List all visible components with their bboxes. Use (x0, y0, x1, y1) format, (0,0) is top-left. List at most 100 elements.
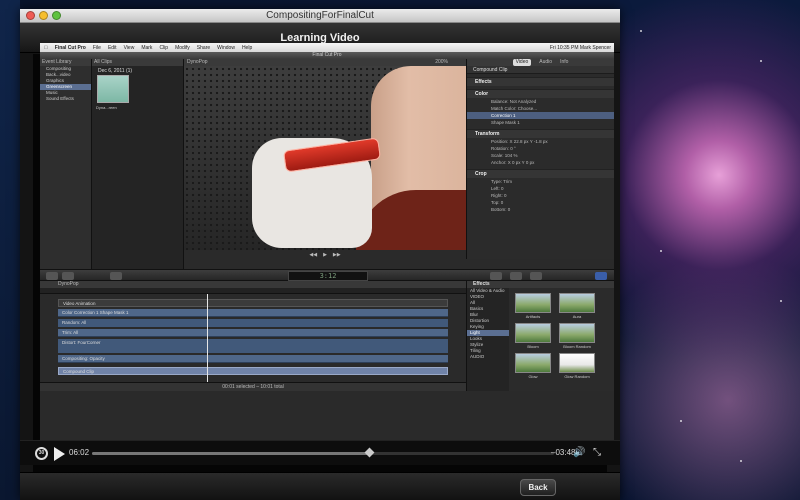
correction-row: Correction 1 (467, 112, 614, 119)
timeline-track: Color Correction 1 Shape Mask 1 (58, 309, 448, 317)
viewer-title: DynoPop (187, 59, 208, 65)
timeline-ruler (40, 288, 466, 294)
menu-edit: Edit (104, 44, 117, 51)
crop-type-row: Type: Trim (491, 179, 513, 184)
fcp-titlebar: Final Cut Pro (40, 52, 614, 59)
menu-clip: Clip (155, 44, 168, 51)
timeline-title: DynoPop (40, 281, 466, 288)
forward-icon: ▶▶ (332, 251, 341, 258)
timeline-compound-clip: Compound Clip (58, 367, 448, 375)
timeline-playhead (207, 294, 208, 386)
effect-label: Glow Random (564, 374, 590, 379)
match-color-row: Match Color: Choose... (491, 106, 538, 111)
effect-thumbnail (515, 323, 551, 343)
video-frame[interactable]:  Final Cut Pro File Edit View Mark Clip… (40, 43, 614, 449)
effect-thumbnail (515, 353, 551, 373)
effect-label: Glow (528, 374, 538, 379)
clip-thumbnail (97, 75, 129, 103)
transform-section: Transform (467, 129, 614, 138)
effects-browser-title: Effects (467, 281, 614, 288)
window-titlebar: CompositingForFinalCut (20, 9, 620, 23)
effect-thumbnail (559, 323, 595, 343)
effects-categories: All Video & Audio VIDEO All Basics Blur … (467, 288, 509, 391)
timeline-track: Trim: All (58, 329, 448, 337)
timeline-track: Compositing: Opacity (58, 355, 448, 363)
menu-mark: Mark (137, 44, 152, 51)
fullscreen-icon[interactable]: ⤡ (593, 447, 605, 459)
anchor-row: Anchor: X 0 px Y 0 px (491, 160, 535, 165)
library-item: Sound Effects (46, 96, 74, 101)
effect-thumbnail (559, 353, 595, 373)
app-window: CompositingForFinalCut Learning Video  … (20, 9, 620, 500)
scrubber-track[interactable] (92, 452, 554, 455)
event-library-header: Event Library (40, 59, 91, 66)
inspector-tabs: Video Audio Info (467, 59, 614, 66)
menu-view: View (119, 44, 135, 51)
effect-label: Artifacts (525, 314, 541, 319)
volume-icon[interactable]: 🔊 (573, 447, 585, 459)
timecode-display: 3:12 (288, 271, 368, 281)
event-library: Event Library Compositing Back...video G… (40, 59, 92, 269)
toolbar-button (490, 272, 502, 280)
menu-window: Window (213, 44, 235, 51)
crop-section: Crop (467, 169, 614, 178)
toolbar-button (110, 272, 122, 280)
inspector-title: Compound Clip (467, 66, 614, 74)
clip-name: Dyna...reen (96, 105, 117, 110)
effect-thumbnail (559, 293, 595, 313)
effect-thumbnail (515, 293, 551, 313)
rotation-row: Rotation: 0 ° (491, 146, 516, 151)
toolbar-button (530, 272, 542, 280)
crop-top-row: Top: 0 (491, 200, 504, 205)
menubar-app-name: Final Cut Pro (51, 44, 86, 51)
color-balance-row: Balance: Not Analyzed (491, 99, 537, 104)
desktop-background-left (0, 0, 20, 500)
toolbar-button (510, 272, 522, 280)
timeline-status: 00:01 selected – 10:01 total (40, 382, 466, 391)
screencast-menubar:  Final Cut Pro File Edit View Mark Clip… (40, 43, 614, 52)
timeline-track: Video Animation (58, 299, 448, 307)
tab-info: Info (560, 59, 569, 65)
rewind-icon: ◀◀ (309, 251, 318, 258)
tab-video: Video (512, 59, 532, 66)
fcp-toolbar: 3:12 (40, 269, 614, 281)
bottom-bar: Back (20, 472, 620, 500)
player-controls: 30 06:02 –03:48 🔊 ⤡ (20, 440, 620, 465)
replay-30-icon[interactable]: 30 (35, 447, 48, 460)
viewer-panel: DynoPop 200% ◀◀ ▶ ▶▶ (184, 59, 466, 259)
viewer-zoom: 200% (435, 59, 448, 65)
scrubber-knob[interactable] (364, 447, 375, 458)
back-button[interactable]: Back (520, 479, 556, 496)
fcp-panels: Event Library Compositing Back...video G… (40, 59, 614, 269)
crop-bottom-row: Bottom: 0 (491, 207, 511, 212)
scale-row: Scale: 104 % (491, 153, 518, 158)
timeline: DynoPop Video Animation Color Correction… (40, 281, 466, 391)
menu-file: File (89, 44, 101, 51)
tab-audio: Audio (539, 59, 553, 65)
timeline-track: Random: All (58, 319, 448, 327)
scrubber-progress (92, 452, 370, 455)
crop-left-row: Left: 0 (491, 186, 504, 191)
play-button[interactable] (54, 447, 65, 461)
menubar-clock: Fri 10:35 PM Mark Spencer (549, 44, 611, 51)
apple-icon:  (44, 45, 48, 51)
effects-browser: Effects All Video & Audio VIDEO All Basi… (466, 281, 614, 391)
color-section: Color (467, 89, 614, 98)
menu-modify: Modify (171, 44, 190, 51)
menu-share: Share (193, 44, 210, 51)
timeline-track: Distort: FourCorner (58, 339, 448, 353)
clip-date-group: Dec 6, 2011 (1) (98, 68, 133, 74)
play-small-icon: ▶ (323, 251, 327, 258)
toolbar-button (62, 272, 74, 280)
toolbar-button (595, 272, 607, 280)
event-browser: All Clips Dec 6, 2011 (1) Dyna...reen (92, 59, 184, 269)
event-browser-header: All Clips (92, 59, 183, 66)
viewer-header: DynoPop 200% (184, 59, 466, 66)
effects-section: Effects (467, 77, 614, 86)
effects-category: AUDIO (470, 354, 485, 359)
time-remaining: –03:48 (551, 448, 576, 457)
effect-label: Bloom Random (563, 344, 591, 349)
toolbar-button (46, 272, 58, 280)
crop-right-row: Right: 0 (491, 193, 507, 198)
time-elapsed: 06:02 (69, 448, 90, 457)
